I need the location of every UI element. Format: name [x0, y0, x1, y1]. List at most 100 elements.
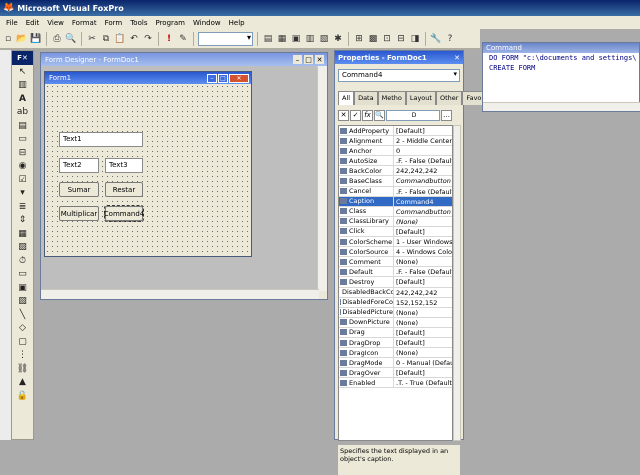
maximize-icon[interactable]: □: [304, 55, 313, 64]
minimize-icon[interactable]: –: [207, 74, 217, 83]
property-value[interactable]: 242,242,242: [394, 288, 452, 297]
menu-format[interactable]: Format: [68, 19, 101, 27]
close-icon[interactable]: ✕: [315, 55, 324, 64]
menu-file[interactable]: File: [2, 19, 22, 27]
property-row[interactable]: ColorScheme1 - User Windows: [339, 237, 452, 247]
property-row[interactable]: BackColor242,242,242: [339, 166, 452, 176]
property-row[interactable]: Drag[Default]: [339, 328, 452, 338]
undo-icon[interactable]: ↶: [128, 33, 140, 45]
property-row[interactable]: Destroy[Default]: [339, 277, 452, 287]
maximize-icon[interactable]: □: [218, 74, 228, 83]
property-value[interactable]: (None): [394, 348, 452, 357]
sumar-button[interactable]: Sumar: [59, 182, 99, 197]
menu-window[interactable]: Window: [189, 19, 225, 27]
run-icon[interactable]: !: [163, 33, 175, 45]
property-row[interactable]: Anchor0: [339, 146, 452, 156]
wrench-icon[interactable]: 🔧: [430, 33, 442, 45]
property-value[interactable]: 0: [394, 146, 452, 155]
report-icon[interactable]: ▥: [304, 33, 316, 45]
tab-other[interactable]: Other: [436, 91, 462, 105]
close-icon[interactable]: ✕: [229, 74, 249, 83]
option-group-icon[interactable]: ◉: [12, 160, 33, 174]
checkbox-icon[interactable]: ☑: [12, 173, 33, 187]
property-row[interactable]: Alignment2 - Middle Center (D: [339, 136, 452, 146]
property-value[interactable]: .F. - False (Default): [394, 267, 452, 276]
command-line[interactable]: CREATE FORM: [483, 63, 639, 73]
button-lock-icon[interactable]: 🔒: [12, 389, 33, 403]
cut-icon[interactable]: ✂: [86, 33, 98, 45]
tab-methods[interactable]: Metho: [378, 91, 406, 105]
hyperlink-icon[interactable]: ⛓: [12, 362, 33, 376]
more-icon[interactable]: …: [441, 110, 452, 121]
copy-icon[interactable]: ⧉: [100, 33, 112, 45]
pageframe-icon[interactable]: ▭: [12, 268, 33, 282]
builder-icon[interactable]: ✱: [332, 33, 344, 45]
property-row[interactable]: AddProperty[Default]: [339, 126, 452, 136]
property-row[interactable]: DownPicture(None): [339, 318, 452, 328]
image-icon[interactable]: ▨: [12, 241, 33, 255]
text2-textbox[interactable]: Text2: [59, 158, 99, 173]
property-value[interactable]: .F. - False (Default): [394, 187, 452, 196]
menu-form[interactable]: Form: [101, 19, 127, 27]
print-icon[interactable]: ⎙: [51, 33, 63, 45]
close-icon[interactable]: ✕: [454, 54, 460, 62]
property-row[interactable]: DragIcon(None): [339, 348, 452, 358]
tab-all[interactable]: All: [338, 91, 354, 105]
property-value[interactable]: [Default]: [394, 277, 452, 286]
restar-button[interactable]: Restar: [105, 182, 143, 197]
property-value[interactable]: [Default]: [394, 227, 452, 236]
command4-button[interactable]: Command4: [105, 206, 143, 221]
line-icon[interactable]: ╲: [12, 308, 33, 322]
property-row[interactable]: ClassLibrary(None): [339, 217, 452, 227]
property-value[interactable]: 1 - User Windows: [394, 237, 452, 246]
view-window-icon[interactable]: ▦: [276, 33, 288, 45]
ole-bound-icon[interactable]: ▧: [12, 295, 33, 309]
form-designer-hscroll[interactable]: [41, 289, 319, 299]
property-row[interactable]: DisabledPicture(None): [339, 308, 452, 318]
property-row[interactable]: ClassCommandbutton: [339, 207, 452, 217]
property-value[interactable]: 0 - Manual (Default): [394, 358, 452, 367]
property-row[interactable]: DragDrop[Default]: [339, 338, 452, 348]
menu-tools[interactable]: Tools: [126, 19, 151, 27]
command-button-icon[interactable]: ▭: [12, 133, 33, 147]
object-combo[interactable]: Command4: [338, 69, 460, 82]
grid-icon[interactable]: ▦: [12, 227, 33, 241]
shape-icon[interactable]: ◇: [12, 322, 33, 336]
property-row[interactable]: Click[Default]: [339, 227, 452, 237]
text1-textbox[interactable]: Text1: [59, 132, 143, 147]
form-designer-vscroll[interactable]: [317, 66, 327, 291]
text3-textbox[interactable]: Text3: [105, 158, 143, 173]
property-row[interactable]: Cancel.F. - False (Default): [339, 187, 452, 197]
class-library-icon[interactable]: ▥: [12, 79, 33, 93]
form1-design-surface[interactable]: Text1 Text2 Text3 Sumar Restar Multiplic…: [45, 84, 251, 256]
property-value[interactable]: (None): [394, 217, 452, 226]
property-value[interactable]: [Default]: [394, 338, 452, 347]
label-icon[interactable]: A: [12, 92, 33, 106]
property-row[interactable]: Enabled.T. - True (Default): [339, 378, 452, 388]
data-env-icon[interactable]: ⊟: [395, 33, 407, 45]
menu-edit[interactable]: Edit: [22, 19, 44, 27]
pointer-icon[interactable]: ↖: [12, 65, 33, 79]
paste-icon[interactable]: 📋: [114, 33, 126, 45]
property-value[interactable]: 242,242,242: [394, 166, 452, 175]
container-icon[interactable]: ▢: [12, 335, 33, 349]
minimize-icon[interactable]: –: [293, 55, 302, 64]
property-value[interactable]: [Default]: [394, 368, 452, 377]
zoom-icon[interactable]: 🔍: [374, 110, 385, 121]
property-row[interactable]: DragMode0 - Manual (Default): [339, 358, 452, 368]
print-preview-icon[interactable]: 🔍: [65, 33, 77, 45]
properties-vscroll[interactable]: [453, 125, 461, 441]
property-value[interactable]: Commandbutton: [394, 207, 452, 216]
separator-icon[interactable]: ⋮: [12, 349, 33, 363]
property-value[interactable]: 2 - Middle Center (D: [394, 136, 452, 145]
help-icon[interactable]: ?: [444, 33, 456, 45]
property-row[interactable]: ColorSource4 - Windows Colors: [339, 247, 452, 257]
database-combo[interactable]: [198, 32, 253, 46]
command-hscroll[interactable]: [483, 102, 640, 111]
property-row[interactable]: Default.F. - False (Default): [339, 267, 452, 277]
combobox-icon[interactable]: ▾: [12, 187, 33, 201]
property-value[interactable]: (None): [394, 318, 452, 327]
property-value[interactable]: .T. - True (Default): [394, 378, 452, 387]
toolbox-icon[interactable]: ⊡: [381, 33, 393, 45]
menu-help[interactable]: Help: [225, 19, 249, 27]
